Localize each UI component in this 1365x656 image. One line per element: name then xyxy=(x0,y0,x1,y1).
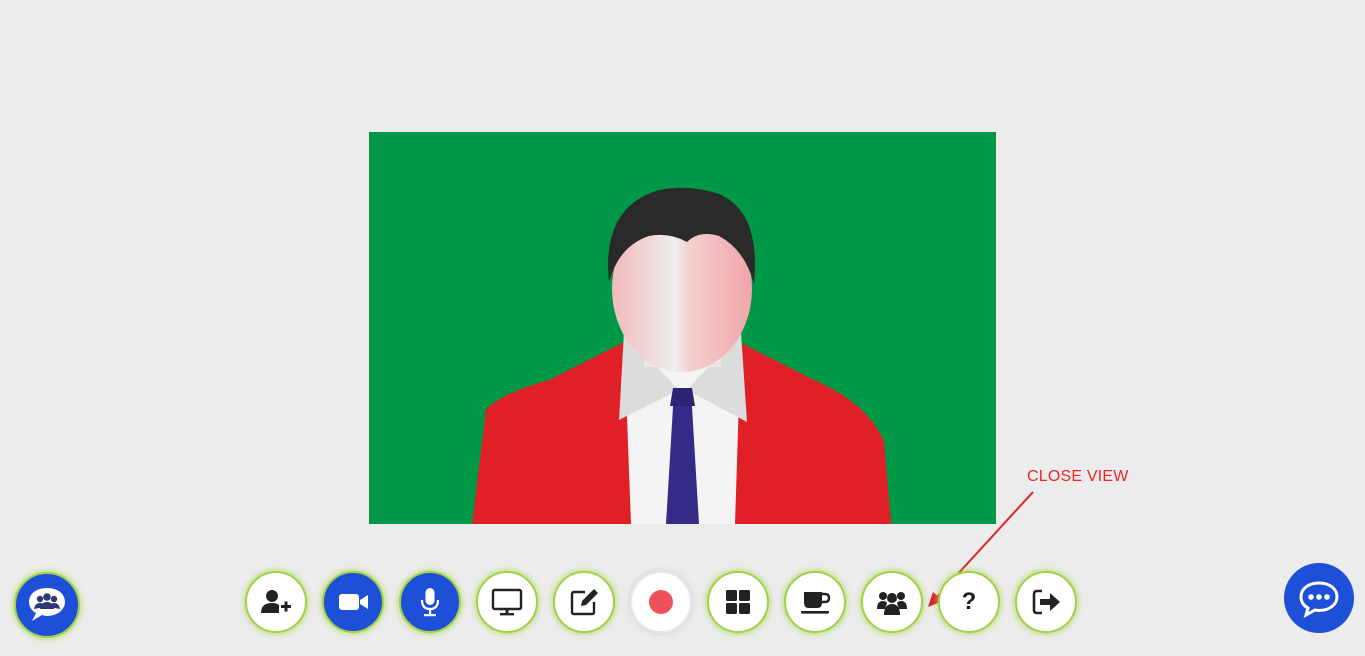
record-button[interactable] xyxy=(630,571,692,633)
break-button[interactable] xyxy=(784,571,846,633)
close-view-button[interactable] xyxy=(861,571,923,633)
video-camera-icon xyxy=(336,585,370,619)
chat-icon xyxy=(1299,581,1339,619)
meeting-toolbar: ? xyxy=(245,571,1077,637)
grid-icon xyxy=(721,585,755,619)
whiteboard-button[interactable] xyxy=(553,571,615,633)
chat-button[interactable] xyxy=(1284,563,1354,633)
user-plus-icon xyxy=(259,585,293,619)
question-icon: ? xyxy=(961,588,977,615)
microphone-icon xyxy=(413,585,447,619)
sign-out-icon xyxy=(1029,585,1063,619)
leave-button[interactable] xyxy=(1015,571,1077,633)
layout-button[interactable] xyxy=(707,571,769,633)
participant-avatar xyxy=(369,132,996,524)
edit-icon xyxy=(567,585,601,619)
participants-chat-icon xyxy=(29,588,65,621)
video-tile[interactable] xyxy=(369,132,996,524)
camera-button[interactable] xyxy=(322,571,384,633)
coffee-icon xyxy=(798,585,832,619)
microphone-button[interactable] xyxy=(399,571,461,633)
close-view-annotation: CLOSE VIEW xyxy=(1027,468,1129,485)
add-participant-button[interactable] xyxy=(245,571,307,633)
meeting-stage: CLOSE VIEW ? xyxy=(0,0,1365,656)
record-icon xyxy=(644,585,678,619)
screen-share-button[interactable] xyxy=(476,571,538,633)
users-icon xyxy=(875,585,909,619)
help-button[interactable]: ? xyxy=(938,571,1000,633)
participants-chat-button[interactable] xyxy=(14,572,80,638)
monitor-icon xyxy=(490,585,524,619)
